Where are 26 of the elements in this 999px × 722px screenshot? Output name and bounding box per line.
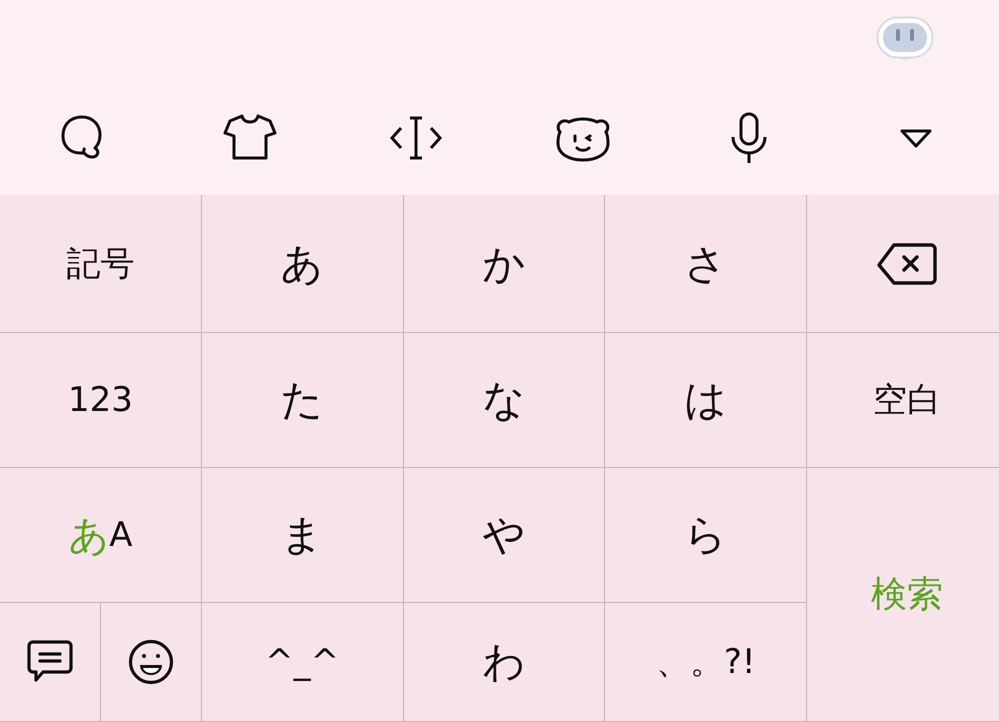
key[interactable]: あ	[202, 195, 403, 332]
key[interactable]: ら	[605, 468, 806, 602]
input-mode-key[interactable]: あA	[0, 468, 201, 602]
message-key[interactable]	[0, 603, 100, 721]
key[interactable]: 、。?!	[605, 603, 806, 721]
emoji-key[interactable]	[100, 603, 201, 721]
backspace-key[interactable]	[807, 195, 999, 332]
key[interactable]: や	[404, 468, 604, 602]
key[interactable]: な	[404, 333, 604, 467]
key[interactable]: さ	[605, 195, 806, 332]
mode-option: あ	[68, 508, 110, 562]
key[interactable]: わ	[404, 603, 604, 721]
key[interactable]: 123	[0, 333, 201, 467]
collapse-triangle-icon[interactable]	[898, 127, 933, 149]
key[interactable]: 空白	[807, 333, 999, 467]
message-icon	[26, 640, 73, 684]
key[interactable]: ^_^	[202, 603, 403, 721]
key[interactable]: 記号	[0, 195, 201, 332]
key[interactable]: は	[605, 333, 806, 467]
backspace-icon	[877, 242, 938, 286]
microphone-icon[interactable]	[729, 111, 770, 165]
smiley-icon	[128, 639, 174, 685]
key[interactable]: か	[404, 195, 604, 332]
mode-option: A	[109, 515, 133, 555]
key[interactable]: た	[202, 333, 403, 467]
key[interactable]: ま	[202, 468, 403, 602]
